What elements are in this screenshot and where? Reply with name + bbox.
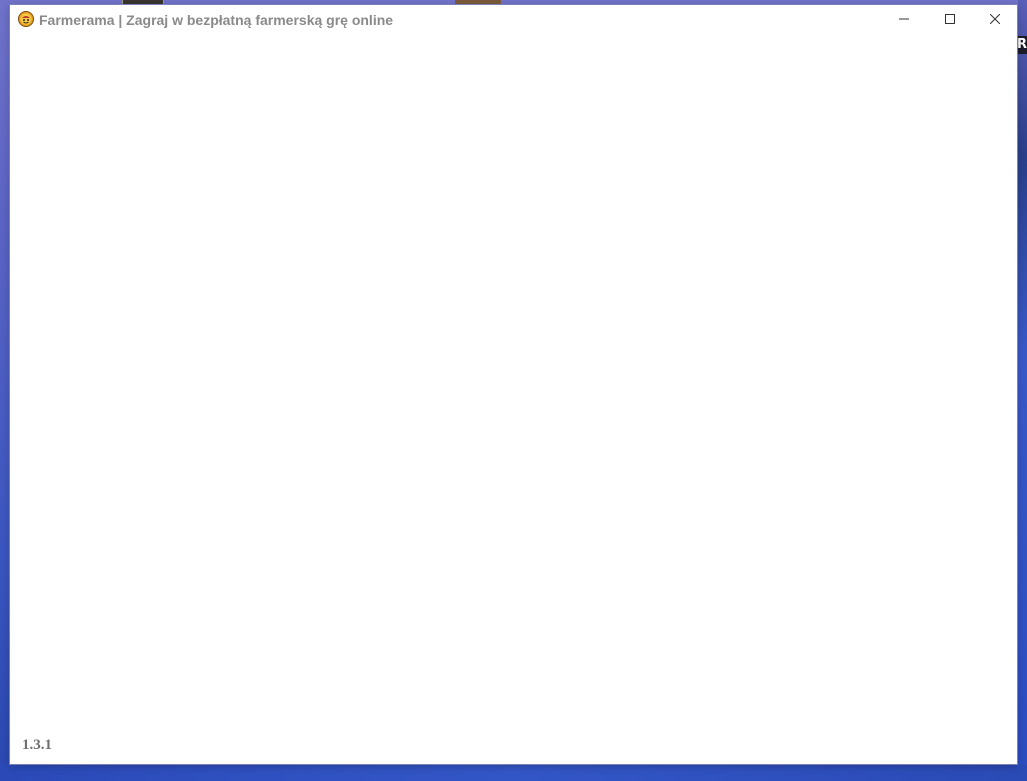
maximize-button[interactable] [927,5,973,34]
background-window-edge-text: R [1017,36,1027,54]
game-content-area[interactable] [10,35,1017,764]
close-icon [989,11,1001,29]
app-window: Farmerama | Zagraj w bezpłatną farmerską… [10,5,1017,764]
title-bar[interactable]: Farmerama | Zagraj w bezpłatną farmerską… [10,5,1017,35]
farmerama-logo-icon [18,11,34,27]
window-title: Farmerama | Zagraj w bezpłatną farmerską… [39,12,394,28]
minimize-button[interactable] [881,5,927,34]
desktop-background-right [1018,0,1027,781]
version-label: 1.3.1 [22,737,52,753]
maximize-icon [945,11,955,29]
minimize-icon [899,11,909,29]
desktop-background-bottom [0,765,1027,781]
close-button[interactable] [973,5,1017,34]
